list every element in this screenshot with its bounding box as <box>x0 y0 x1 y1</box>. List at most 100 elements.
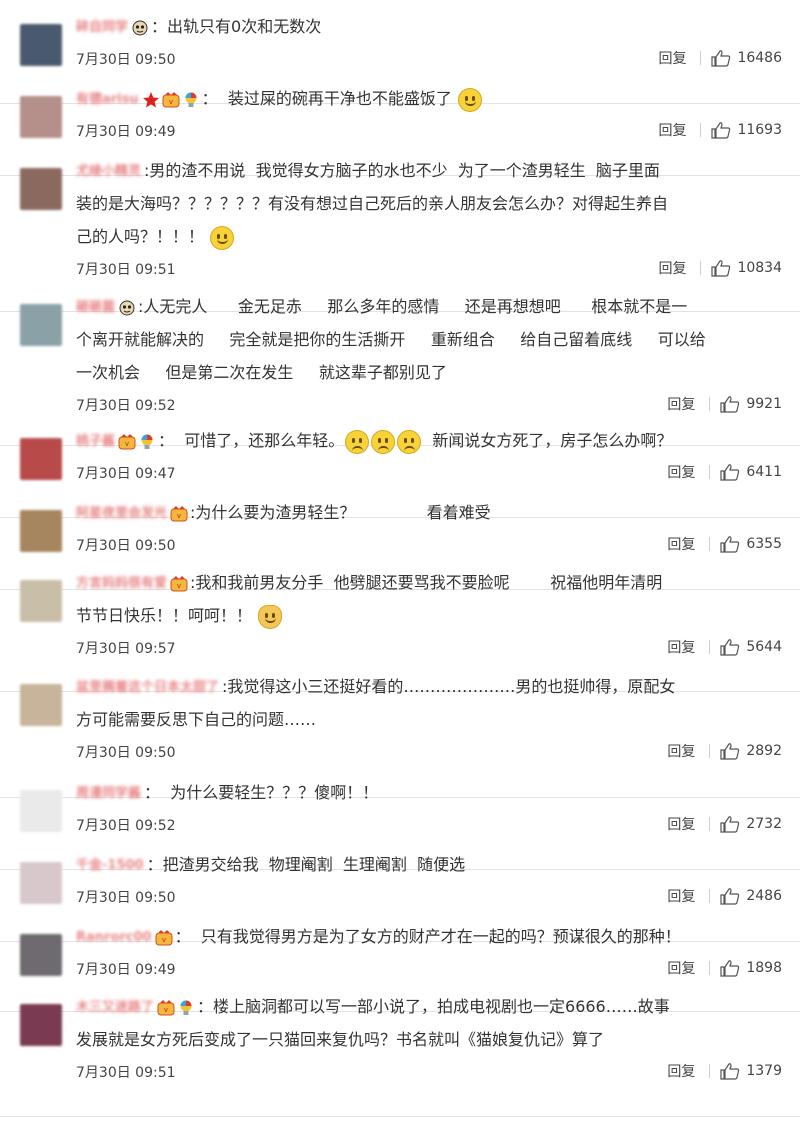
username-link[interactable]: 碎自同学 <box>76 11 128 44</box>
username-link[interactable]: 周漫同学酱 <box>76 777 141 810</box>
comment-text: ： 为什么要轻生？？？傻啊！！ <box>144 783 379 802</box>
comment-text-line: 发展就是女方死后变成了一只猫回来复仇吗？书名就叫《猫娘复仇记》算了 <box>76 1023 776 1056</box>
like-count[interactable]: 10834 <box>737 260 782 276</box>
avatar[interactable] <box>20 438 62 480</box>
username-link[interactable]: 阿星夜里会发光 <box>76 497 167 530</box>
reply-button[interactable]: 回复 <box>667 958 695 978</box>
avatar[interactable] <box>20 510 62 552</box>
star-badge-icon <box>142 91 159 107</box>
like-thumb-icon[interactable] <box>711 259 731 277</box>
like-thumb-icon[interactable] <box>720 395 740 413</box>
username-link[interactable]: 砸砸菌 <box>76 291 115 324</box>
avatar[interactable] <box>20 168 62 210</box>
vip-badge-icon: v <box>157 999 175 1015</box>
reply-button[interactable]: 回复 <box>658 258 686 278</box>
action-divider <box>709 744 711 758</box>
like-thumb-icon[interactable] <box>720 535 740 553</box>
action-divider <box>709 1064 711 1078</box>
like-thumb-icon[interactable] <box>720 815 740 833</box>
username-link[interactable]: Ranrorc00 <box>76 921 152 954</box>
comment-actions: 回复 5644 <box>667 637 782 657</box>
comment-actions: 回复 16486 <box>658 48 782 68</box>
reply-button[interactable]: 回复 <box>658 120 686 140</box>
comment-actions: 回复 2486 <box>667 886 782 906</box>
action-divider <box>709 397 711 411</box>
reply-button[interactable]: 回复 <box>667 1061 695 1081</box>
avatar[interactable] <box>20 304 62 346</box>
comment-text: 装的是大海吗？？？？？？有没有想过自己死后的亲人朋友会怎么办？对得起生养自 <box>76 194 669 213</box>
comment-text-line: 周漫同学酱： 为什么要轻生？？？傻啊！！ <box>76 776 776 810</box>
reply-button[interactable]: 回复 <box>667 886 695 906</box>
bulb-badge-icon <box>141 434 153 449</box>
like-count[interactable]: 6355 <box>746 536 782 552</box>
like-count[interactable]: 9921 <box>746 396 782 412</box>
comment-text: ： 只有我觉得男方是为了女方的财产才在一起的吗？预谋很久的那种！ <box>174 927 681 946</box>
username-link[interactable]: 有德arisu <box>76 83 139 116</box>
comment-text-line: 尤绫小精灵:男的渣不用说 我觉得女方脑子的水也不少 为了一个渣男轻生 脑子里面 <box>76 154 776 188</box>
vip-badge-icon: v <box>162 91 180 107</box>
reply-button[interactable]: 回复 <box>667 394 695 414</box>
like-count[interactable]: 1379 <box>746 1063 782 1079</box>
comment-text-line: 砸砸菌:人无完人 金无足赤 那么多年的感情 还是再想想吧 根本就不是一 <box>76 290 776 324</box>
reply-button[interactable]: 回复 <box>667 534 695 554</box>
avatar[interactable] <box>20 24 62 66</box>
comment-text: :男的渣不用说 我觉得女方脑子的水也不少 为了一个渣男轻生 脑子里面 <box>144 161 660 180</box>
avatar[interactable] <box>20 934 62 976</box>
comment-timestamp: 7月30日 09:57 <box>76 641 176 657</box>
like-count[interactable]: 16486 <box>737 50 782 66</box>
comment-actions: 回复 2892 <box>667 741 782 761</box>
reply-button[interactable]: 回复 <box>667 814 695 834</box>
comment-timestamp: 7月30日 09:50 <box>76 745 176 761</box>
action-divider <box>709 465 711 479</box>
username-link[interactable]: 盆里搁着这个日本太甜了 <box>76 671 219 704</box>
avatar[interactable] <box>20 862 62 904</box>
avatar[interactable] <box>20 790 62 832</box>
username-link[interactable]: 桃子酱 <box>76 425 115 458</box>
avatar[interactable] <box>20 1004 62 1046</box>
sad-emoji-icon <box>371 429 396 454</box>
comment-text-line: 个离开就能解决的 完全就是把你的生活撕开 重新组合 给自己留着底线 可以给 <box>76 323 776 356</box>
like-thumb-icon[interactable] <box>720 1062 740 1080</box>
like-thumb-icon[interactable] <box>720 742 740 760</box>
username-link[interactable]: 千金-1500 <box>76 849 144 882</box>
comment-text: ：把渣男交给我 物理阉割 生理阉割 随便选 <box>146 855 466 874</box>
like-count[interactable]: 2892 <box>746 743 782 759</box>
username-link[interactable]: 尤绫小精灵 <box>76 155 141 188</box>
sad-emoji-icon <box>397 429 422 454</box>
like-count[interactable]: 2486 <box>746 888 782 904</box>
avatar[interactable] <box>20 580 62 622</box>
like-thumb-icon[interactable] <box>720 463 740 481</box>
vip-badge-icon: v <box>170 575 188 591</box>
vip-badge-icon: v <box>155 929 173 945</box>
avatar[interactable] <box>20 684 62 726</box>
reply-button[interactable]: 回复 <box>658 48 686 68</box>
avatar[interactable] <box>20 96 62 138</box>
comment-text-line: 己的人吗？！！！ <box>76 220 776 253</box>
svg-text:v: v <box>164 1006 168 1014</box>
vip-badge-icon: v <box>170 505 188 521</box>
comment-timestamp: 7月30日 09:47 <box>76 466 176 482</box>
like-thumb-icon[interactable] <box>720 638 740 656</box>
comment-text-line: 方言妈妈很有爱 v:我和我前男友分手 他劈腿还要骂我不要脸呢 祝福他明年清明 <box>76 566 776 600</box>
comment-text: ：出轨只有0次和无数次 <box>151 17 322 36</box>
comment-text-line: 碎自同学 ：出轨只有0次和无数次 <box>76 10 776 44</box>
action-divider <box>709 889 711 903</box>
like-thumb-icon[interactable] <box>720 959 740 977</box>
like-thumb-icon[interactable] <box>711 121 731 139</box>
reply-button[interactable]: 回复 <box>667 741 695 761</box>
svg-text:v: v <box>125 440 129 448</box>
like-count[interactable]: 5644 <box>746 639 782 655</box>
like-count[interactable]: 11693 <box>737 122 782 138</box>
like-count[interactable]: 6411 <box>746 464 782 480</box>
reply-button[interactable]: 回复 <box>667 462 695 482</box>
like-thumb-icon[interactable] <box>711 49 731 67</box>
reply-button[interactable]: 回复 <box>667 637 695 657</box>
bulb-badge-icon <box>180 1000 192 1015</box>
like-thumb-icon[interactable] <box>720 887 740 905</box>
username-link[interactable]: 木三又迷路了 <box>76 991 154 1024</box>
like-count[interactable]: 2732 <box>746 816 782 832</box>
comment-text: 节节日快乐！！呵呵！！ <box>76 606 258 625</box>
like-count[interactable]: 1898 <box>746 960 782 976</box>
username-link[interactable]: 方言妈妈很有爱 <box>76 567 167 600</box>
comment-item: 木三又迷路了 v ：楼上脑洞都可以写一部小说了，拍成电视剧也一定6666……故事 发展… <box>0 992 800 1117</box>
